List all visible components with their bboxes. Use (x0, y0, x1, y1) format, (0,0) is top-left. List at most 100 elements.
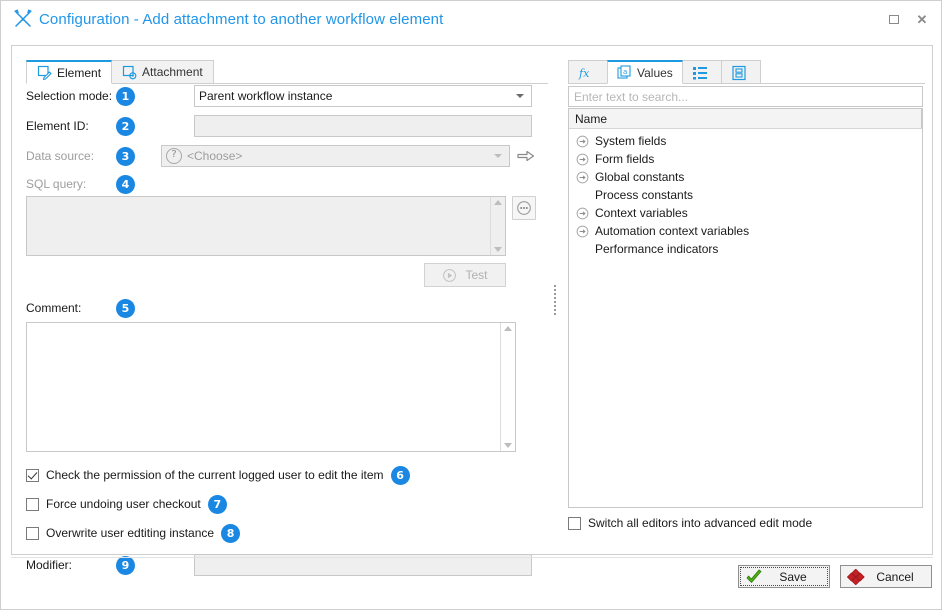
search-input[interactable]: Enter text to search... (568, 86, 923, 107)
checkbox-row-force-undo: Force undoing user checkout 7 (26, 493, 536, 515)
footer-buttons: Save Cancel (738, 565, 932, 588)
scroll-down-icon[interactable] (494, 247, 502, 252)
search-placeholder: Enter text to search... (574, 89, 689, 104)
selection-mode-label: Selection mode: (26, 89, 113, 103)
step-badge-8: 8 (221, 523, 241, 543)
tree-item-performance-indicators[interactable]: Performance indicators (569, 240, 922, 258)
column-separator[interactable] (921, 109, 922, 128)
tab-document[interactable] (720, 60, 761, 84)
row-element-id: Element ID: 2 (26, 114, 536, 138)
force-undo-checkout-label: Force undoing user checkout (46, 497, 201, 511)
dialog-footer: Save Cancel (11, 557, 933, 601)
values-tree-panel: Name System fields Form fields Global co… (568, 108, 923, 508)
arrow-right-icon[interactable] (516, 145, 536, 167)
sql-query-scrollbar[interactable] (490, 197, 505, 255)
question-icon: ? (166, 148, 182, 164)
check-permission-label: Check the permission of the current logg… (46, 468, 384, 482)
left-pane: Element Attachment Selection mode: 1 Par… (12, 46, 548, 576)
expand-arrow-icon[interactable] (576, 135, 589, 148)
tree-item-context-variables[interactable]: Context variables (569, 204, 922, 222)
overwrite-instance-checkbox[interactable] (26, 526, 39, 540)
tree-item-label: Process constants (595, 188, 694, 202)
comment-input[interactable] (26, 322, 516, 452)
tab-attachment-label: Attachment (142, 65, 203, 79)
options-group: Check the permission of the current logg… (26, 464, 536, 544)
tree-item-label: Automation context variables (595, 224, 750, 238)
checkbox-row-overwrite: Overwrite user edtiting instance 8 (26, 522, 536, 544)
test-button[interactable]: Test (424, 263, 506, 287)
comment-scrollbar[interactable] (500, 323, 515, 451)
check-permission-checkbox[interactable] (26, 468, 39, 482)
tree-item-label: Form fields (595, 152, 655, 166)
tab-element[interactable]: Element (26, 60, 113, 84)
tree-item-form-fields[interactable]: Form fields (569, 150, 922, 168)
tree-item-global-constants[interactable]: Global constants (569, 168, 922, 186)
data-source-dropdown[interactable]: ? <Choose> (161, 145, 510, 167)
tab-values[interactable]: a Values (607, 60, 683, 84)
expand-arrow-icon[interactable] (576, 207, 589, 220)
test-button-label: Test (465, 268, 488, 282)
expand-arrow-icon[interactable] (576, 171, 589, 184)
step-badge-4: 4 (116, 174, 135, 194)
sql-query-input[interactable] (26, 196, 506, 256)
tree-item-system-fields[interactable]: System fields (569, 132, 922, 150)
tab-functions[interactable]: fx (568, 60, 608, 84)
tab-attachment[interactable]: Attachment (111, 60, 214, 84)
row-data-source: Data source: 3 ? <Choose> (26, 144, 536, 168)
close-icon[interactable]: ✕ (909, 7, 935, 31)
tree-item-label: Global constants (595, 170, 685, 184)
scroll-up-icon[interactable] (504, 326, 512, 331)
tree-item-label: Context variables (595, 206, 688, 220)
fx-icon: fx (578, 65, 593, 80)
tree-item-label: Performance indicators (595, 242, 719, 256)
svg-text:a: a (623, 68, 627, 76)
badge-slot-5: 5 (116, 298, 161, 318)
advanced-edit-mode-label: Switch all editors into advanced edit mo… (588, 516, 813, 530)
tree-body: System fields Form fields Global constan… (569, 129, 922, 258)
scroll-up-icon[interactable] (494, 200, 502, 205)
data-source-value: <Choose> (187, 149, 243, 163)
tree-column-header[interactable]: Name (569, 109, 922, 129)
right-pane: fx a Values Enter text to search... Name… (560, 46, 933, 554)
expand-arrow-icon[interactable] (576, 225, 589, 238)
expand-arrow-icon[interactable] (576, 153, 589, 166)
cancel-button-label: Cancel (876, 569, 914, 584)
force-undo-checkout-checkbox[interactable] (26, 497, 39, 511)
configuration-dialog: Configuration - Add attachment to anothe… (0, 0, 942, 610)
sql-query-text (27, 197, 490, 255)
comment-text (27, 323, 500, 451)
advanced-edit-mode-checkbox[interactable] (568, 516, 581, 530)
element-form: Selection mode: 1 Parent workflow instan… (26, 84, 536, 583)
footer-divider (11, 557, 933, 558)
row-comment-label: Comment: 5 (26, 297, 536, 319)
document-gear-icon (122, 65, 137, 80)
tree-item-process-constants[interactable]: Process constants (569, 186, 922, 204)
save-button[interactable]: Save (738, 565, 830, 588)
step-badge-7: 7 (207, 494, 227, 514)
step-badge-2: 2 (116, 116, 135, 136)
sql-query-ellipsis-button[interactable] (512, 196, 536, 220)
window-title: Configuration - Add attachment to anothe… (39, 10, 444, 28)
data-source-label: Data source: (26, 149, 95, 163)
maximize-icon[interactable] (881, 7, 907, 31)
play-icon (443, 268, 457, 282)
window-controls: ✕ (881, 7, 935, 31)
comment-label: Comment: (26, 301, 82, 315)
cancel-button[interactable]: Cancel (840, 565, 932, 588)
tab-list[interactable] (681, 60, 722, 84)
red-x-icon (846, 568, 865, 585)
selection-mode-dropdown[interactable]: Parent workflow instance (194, 85, 532, 107)
element-id-label: Element ID: (26, 119, 89, 133)
sql-query-area (26, 196, 536, 256)
save-button-label: Save (779, 569, 807, 584)
badge-slot-4: 4 (116, 174, 161, 194)
checkbox-row-permission: Check the permission of the current logg… (26, 464, 536, 486)
tools-icon (13, 9, 33, 29)
element-id-input[interactable] (194, 115, 532, 137)
scroll-down-icon[interactable] (504, 443, 512, 448)
pane-splitter[interactable] (550, 46, 560, 554)
tree-item-automation-context-variables[interactable]: Automation context variables (569, 222, 922, 240)
tree-column-name-label: Name (575, 111, 608, 126)
dialog-body: Element Attachment Selection mode: 1 Par… (11, 45, 933, 576)
svg-text:fx: fx (578, 67, 590, 80)
